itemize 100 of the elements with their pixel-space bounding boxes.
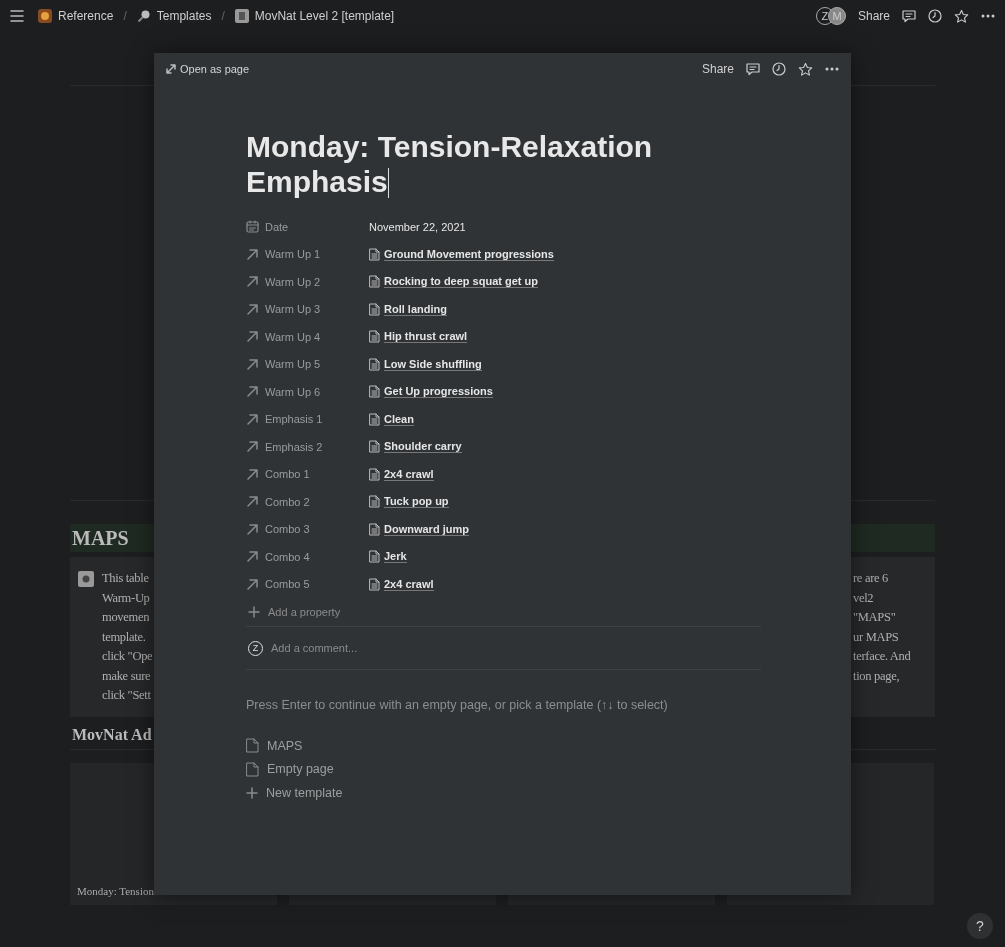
document-icon xyxy=(369,330,380,344)
document-icon xyxy=(369,357,380,371)
relation-link[interactable]: Get Up progressions xyxy=(384,385,493,399)
separator: / xyxy=(123,9,127,23)
arrow-icon xyxy=(246,247,259,261)
relation-link[interactable]: Tuck pop up xyxy=(384,495,449,509)
callout-text: click "Sett xyxy=(102,687,151,704)
property-label: Combo 2 xyxy=(265,495,310,508)
relation-link[interactable]: Low Side shuffling xyxy=(384,357,482,371)
arrow-icon xyxy=(246,495,259,509)
comment-icon[interactable] xyxy=(746,62,760,76)
arrow-icon xyxy=(246,412,259,426)
relation-link[interactable]: Roll landing xyxy=(384,302,447,316)
property-label: Combo 1 xyxy=(265,468,310,481)
help-button[interactable]: ? xyxy=(967,913,993,939)
comment-icon[interactable] xyxy=(902,9,916,23)
document-icon xyxy=(369,275,380,289)
callout-icon xyxy=(78,571,94,587)
template-option[interactable]: New template xyxy=(266,785,343,800)
relation-link[interactable]: 2x4 crawl xyxy=(384,577,434,591)
relation-link[interactable]: Downward jump xyxy=(384,522,469,536)
property-label: Warm Up 1 xyxy=(265,248,321,261)
more-icon[interactable] xyxy=(825,67,839,71)
breadcrumb-link[interactable]: Reference xyxy=(58,9,114,23)
arrow-icon xyxy=(246,275,259,289)
document-icon xyxy=(369,522,380,536)
arrow-icon xyxy=(246,330,259,344)
relation-link[interactable]: Clean xyxy=(384,412,414,426)
plus-icon xyxy=(246,786,258,799)
document-icon xyxy=(369,302,380,316)
template-option[interactable]: Empty page xyxy=(267,762,334,777)
template-hint: Press Enter to continue with an empty page, or pick a template (↑↓ to select) xyxy=(246,698,669,712)
section-heading: MovNat Ad xyxy=(72,726,152,744)
property-label: Warm Up 6 xyxy=(265,385,321,398)
relation-link[interactable]: Hip thrust crawl xyxy=(384,330,468,344)
page-icon xyxy=(246,761,259,777)
callout-text: tion page, xyxy=(853,667,900,685)
callout-text: movemen xyxy=(102,609,150,626)
document-icon xyxy=(369,577,380,591)
document-icon xyxy=(369,385,380,399)
callout-text: click "Ope xyxy=(102,648,153,665)
magnifier-icon xyxy=(136,9,151,23)
property-label: Warm Up 5 xyxy=(265,358,321,371)
arrow-icon xyxy=(246,577,259,591)
document-icon xyxy=(369,467,380,481)
document-icon xyxy=(369,550,380,564)
callout-text: make sure xyxy=(102,667,151,685)
property-label: Combo 5 xyxy=(265,578,310,591)
page-title[interactable]: Monday: Tension-Relaxation Emphasis xyxy=(246,129,676,199)
callout-text: re are 6 xyxy=(853,570,889,587)
callout-text: Warm-Up xyxy=(102,589,150,607)
breadcrumb-link[interactable]: Templates xyxy=(156,9,212,23)
logo-icon xyxy=(38,9,52,23)
add-property-button[interactable]: Add a property xyxy=(268,606,341,618)
breadcrumb-link[interactable]: MovNat Level 2 [template] xyxy=(254,9,395,23)
template-option[interactable]: MAPS xyxy=(267,738,303,753)
clock-icon[interactable] xyxy=(928,9,942,23)
callout-text: template. xyxy=(102,628,146,646)
relation-link[interactable]: Ground Movement progressions xyxy=(384,247,554,261)
callout-text: vel2 xyxy=(853,589,874,607)
property-label: Combo 4 xyxy=(265,550,310,563)
document-icon xyxy=(369,495,380,509)
calendar-icon xyxy=(246,220,259,234)
relation-link[interactable]: Rocking to deep squat get up xyxy=(384,275,538,289)
template-icon xyxy=(234,9,249,23)
callout-text: This table xyxy=(102,570,149,587)
callout-text: "MAPS" xyxy=(853,609,896,626)
relation-link[interactable]: Jerk xyxy=(384,550,407,564)
avatar: M xyxy=(827,7,846,25)
expand-icon xyxy=(166,64,176,74)
more-icon[interactable] xyxy=(981,14,995,18)
relation-link[interactable]: Shoulder carry xyxy=(384,440,462,454)
date-value[interactable]: November 22, 2021 xyxy=(369,220,466,233)
arrow-icon xyxy=(246,522,259,536)
share-button[interactable]: Share xyxy=(857,9,890,23)
arrow-icon xyxy=(246,440,259,454)
arrow-icon xyxy=(246,302,259,316)
property-label: Warm Up 2 xyxy=(265,275,321,288)
document-icon xyxy=(369,247,380,261)
arrow-icon xyxy=(246,550,259,564)
arrow-icon xyxy=(246,467,259,481)
property-label: Combo 3 xyxy=(265,523,310,536)
arrow-icon xyxy=(246,357,259,371)
page-icon xyxy=(246,738,259,754)
separator: / xyxy=(221,9,225,23)
star-icon[interactable] xyxy=(798,61,813,77)
share-button[interactable]: Share xyxy=(701,62,734,76)
relation-link[interactable]: 2x4 crawl xyxy=(384,467,434,481)
property-label: Date xyxy=(265,220,289,233)
clock-icon[interactable] xyxy=(772,62,786,76)
callout-text: terface. And xyxy=(853,648,911,665)
property-label: Emphasis 2 xyxy=(265,440,323,453)
star-icon[interactable] xyxy=(954,8,969,24)
open-as-page-button[interactable]: Open as page xyxy=(166,63,250,75)
property-label: Warm Up 4 xyxy=(265,330,321,343)
comment-field[interactable]: Add a comment... xyxy=(271,642,358,654)
document-icon xyxy=(369,440,380,454)
document-icon xyxy=(369,412,380,426)
menu-icon[interactable] xyxy=(10,10,24,22)
property-label: Warm Up 3 xyxy=(265,303,321,316)
